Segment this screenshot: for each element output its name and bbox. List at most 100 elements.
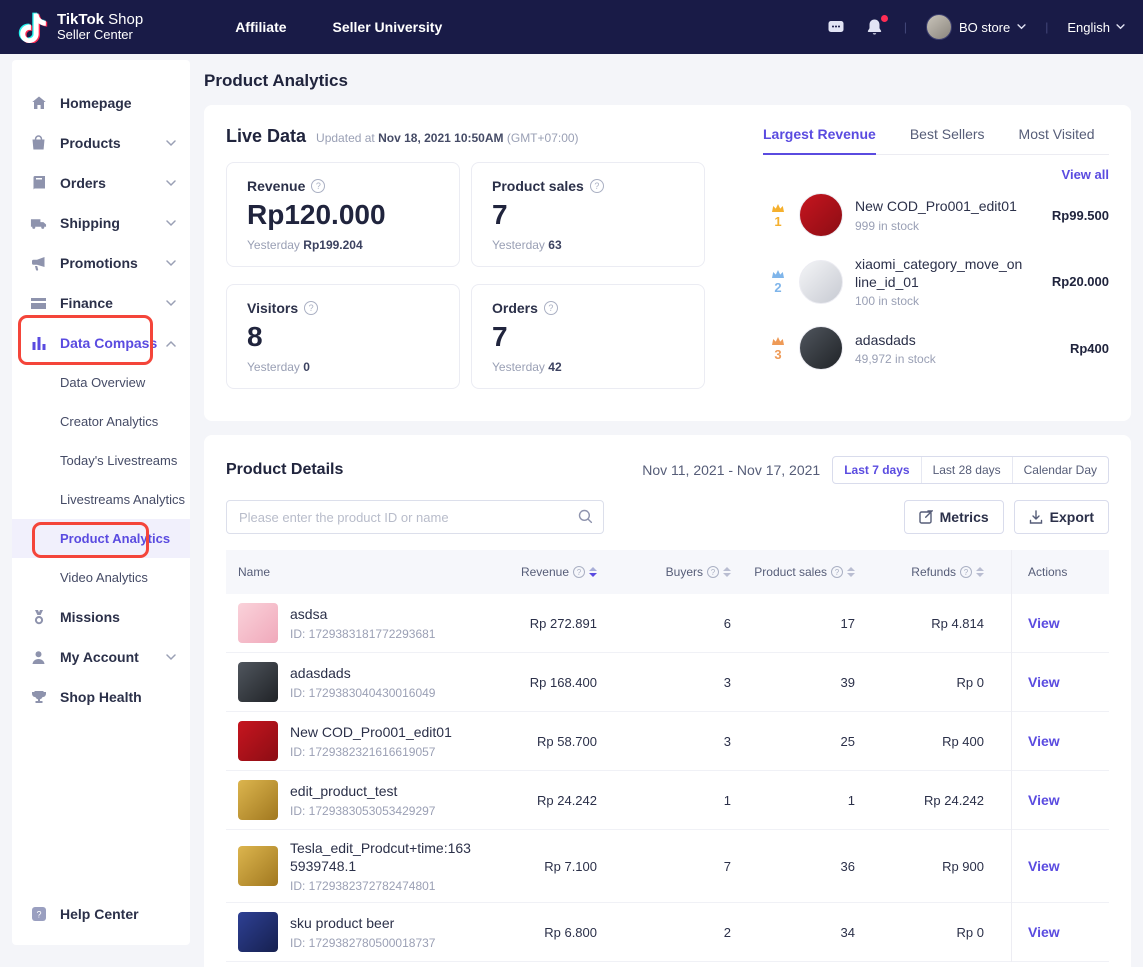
sidebar-item-label: Shop Health: [60, 689, 142, 705]
view-link[interactable]: View: [1028, 674, 1060, 690]
subitem-label: Product Analytics: [60, 531, 170, 546]
metrics-button[interactable]: Metrics: [904, 500, 1004, 534]
ranking-item-2[interactable]: 2 xiaomi_category_move_online_id_01 100 …: [763, 246, 1109, 317]
sidebar-item-products[interactable]: Products: [12, 123, 190, 163]
cell-revenue: Rp 168.400: [475, 675, 597, 690]
nav-link-affiliate[interactable]: Affiliate: [235, 19, 286, 35]
ranking-item-3[interactable]: 3 adasdads 49,972 in stock Rp400: [763, 317, 1109, 379]
view-link[interactable]: View: [1028, 858, 1060, 874]
stat-value: 7: [492, 199, 684, 231]
table-row: Tesla_edit_Prodcut+time:1635939748.1 ID:…: [226, 830, 1109, 903]
sidebar-subitem-creator-analytics[interactable]: Creator Analytics: [12, 402, 190, 441]
product-name: New COD_Pro001_edit01: [290, 723, 452, 741]
tiktok-shop-logo[interactable]: TikTok Shop Seller Center: [18, 11, 143, 43]
rank-crown-3: 3: [763, 336, 793, 361]
language-selector[interactable]: English: [1067, 20, 1125, 35]
sidebar-item-shop-health[interactable]: Shop Health: [12, 677, 190, 717]
sidebar-item-missions[interactable]: Missions: [12, 597, 190, 637]
nav-separator: |: [904, 20, 907, 34]
stat-label: Orders: [492, 300, 538, 316]
tab-largest-revenue[interactable]: Largest Revenue: [763, 126, 876, 155]
product-search-input[interactable]: [226, 500, 604, 534]
product-id: ID: 1729383181772293681: [290, 627, 435, 641]
col-header-refunds[interactable]: Refunds?: [855, 565, 984, 579]
sidebar-item-label: Homepage: [60, 95, 132, 111]
view-link[interactable]: View: [1028, 792, 1060, 808]
sort-icon[interactable]: [847, 567, 855, 577]
subitem-label: Video Analytics: [60, 570, 148, 585]
cell-refunds: Rp 24.242: [855, 793, 984, 808]
live-stat-grid: Revenue? Rp120.000 Yesterday Rp199.204 P…: [226, 162, 705, 389]
cell-revenue: Rp 272.891: [475, 616, 597, 631]
view-all-link[interactable]: View all: [763, 167, 1109, 182]
sidebar-item-label: My Account: [60, 649, 139, 665]
range-calendar-day[interactable]: Calendar Day: [1012, 457, 1108, 483]
help-icon[interactable]: ?: [831, 566, 843, 578]
page-title: Product Analytics: [204, 71, 1131, 91]
chevron-down-icon: [166, 140, 176, 147]
sort-icon[interactable]: [976, 567, 984, 577]
sidebar-subitem-video-analytics[interactable]: Video Analytics: [12, 558, 190, 597]
chevron-down-icon: [166, 220, 176, 227]
sort-icon[interactable]: [723, 567, 731, 577]
help-icon[interactable]: ?: [304, 301, 318, 315]
date-range-segmented-control: Last 7 days Last 28 days Calendar Day: [832, 456, 1109, 484]
rank-crown-1: 1: [763, 203, 793, 228]
range-last-7-days[interactable]: Last 7 days: [833, 457, 920, 483]
export-label: Export: [1050, 509, 1094, 525]
store-switcher[interactable]: BO store: [926, 14, 1026, 40]
cell-sales: 36: [731, 859, 855, 874]
product-stock: 999 in stock: [855, 219, 1017, 233]
help-icon[interactable]: ?: [544, 301, 558, 315]
chat-icon[interactable]: [826, 17, 846, 37]
tab-most-visited[interactable]: Most Visited: [1019, 126, 1095, 154]
sidebar-item-promotions[interactable]: Promotions: [12, 243, 190, 283]
cell-buyers: 3: [597, 734, 731, 749]
product-thumbnail: [238, 846, 278, 886]
sidebar-subitem-livestreams-analytics[interactable]: Livestreams Analytics: [12, 480, 190, 519]
search-icon[interactable]: [578, 509, 593, 524]
view-link[interactable]: View: [1028, 733, 1060, 749]
metrics-edit-icon: [919, 510, 933, 524]
range-last-28-days[interactable]: Last 28 days: [921, 457, 1012, 483]
sort-icon[interactable]: [589, 567, 597, 577]
col-header-product-sales[interactable]: Product sales?: [731, 565, 855, 579]
logo-text: TikTok Shop Seller Center: [57, 11, 143, 43]
sidebar-item-finance[interactable]: Finance: [12, 283, 190, 323]
sidebar-item-help-center[interactable]: ? Help Center: [12, 894, 190, 934]
cell-refunds: Rp 0: [855, 675, 984, 690]
help-icon[interactable]: ?: [960, 566, 972, 578]
export-button[interactable]: Export: [1014, 500, 1109, 534]
table-row: asdsa ID: 1729383181772293681 Rp 272.891…: [226, 594, 1109, 653]
sidebar-subitem-product-analytics[interactable]: Product Analytics: [12, 519, 190, 558]
help-icon[interactable]: ?: [311, 179, 325, 193]
col-header-buyers[interactable]: Buyers?: [597, 565, 731, 579]
ranking-item-1[interactable]: 1 New COD_Pro001_edit01 999 in stock Rp9…: [763, 184, 1109, 246]
help-question-icon: ?: [30, 906, 47, 923]
sidebar-item-orders[interactable]: Orders: [12, 163, 190, 203]
sidebar-item-label: Missions: [60, 609, 120, 625]
chevron-down-icon: [166, 180, 176, 187]
stat-card-orders: Orders? 7 Yesterday 42: [471, 284, 705, 389]
help-icon[interactable]: ?: [573, 566, 585, 578]
cell-sales: 34: [731, 925, 855, 940]
sidebar-subitem-data-overview[interactable]: Data Overview: [12, 363, 190, 402]
sidebar-subitem-todays-livestreams[interactable]: Today's Livestreams: [12, 441, 190, 480]
sidebar-item-my-account[interactable]: My Account: [12, 637, 190, 677]
view-link[interactable]: View: [1028, 924, 1060, 940]
tiktok-note-icon: [18, 11, 48, 43]
product-image: [799, 193, 843, 237]
subitem-label: Livestreams Analytics: [60, 492, 185, 507]
help-icon[interactable]: ?: [590, 179, 604, 193]
view-link[interactable]: View: [1028, 615, 1060, 631]
help-icon[interactable]: ?: [707, 566, 719, 578]
cell-revenue: Rp 58.700: [475, 734, 597, 749]
sidebar-item-homepage[interactable]: Homepage: [12, 83, 190, 123]
tab-best-sellers[interactable]: Best Sellers: [910, 126, 985, 154]
notification-bell-icon[interactable]: [865, 17, 885, 37]
sidebar-item-shipping[interactable]: Shipping: [12, 203, 190, 243]
nav-link-seller-university[interactable]: Seller University: [333, 19, 443, 35]
col-header-revenue[interactable]: Revenue?: [475, 565, 597, 579]
sidebar-item-data-compass[interactable]: Data Compass: [12, 323, 190, 363]
product-image: [799, 260, 843, 304]
